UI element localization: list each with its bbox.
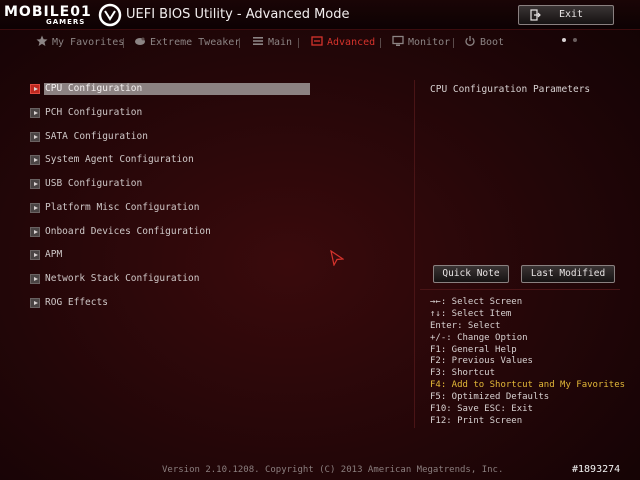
tab-monitor[interactable]: Monitor (392, 35, 450, 51)
menu-item-label: USB Configuration (45, 178, 143, 189)
menu-item-onboard-devices-configuration[interactable]: Onboard Devices Configuration (30, 225, 312, 239)
title-bar: MOBILE01 GAMERS UEFI BIOS Utility - Adva… (0, 0, 640, 30)
key-hint: F2: Previous Values (430, 356, 533, 367)
submenu-arrow-icon (30, 274, 40, 284)
key-hint-highlighted: F4: Add to Shortcut and My Favorites (430, 380, 626, 391)
advanced-icon (311, 36, 323, 46)
menu-item-label: Network Stack Configuration (45, 273, 200, 284)
tab-extreme-tweaker[interactable]: Extreme Tweaker (134, 35, 240, 51)
exit-icon (530, 9, 541, 21)
menu-item-sata-configuration[interactable]: SATA Configuration (30, 130, 312, 144)
menu-item-label: System Agent Configuration (45, 154, 194, 165)
menu-item-platform-misc-configuration[interactable]: Platform Misc Configuration (30, 201, 312, 215)
menu-item-label: APM (45, 249, 63, 260)
submenu-arrow-icon (30, 132, 40, 142)
quick-note-button[interactable]: Quick Note (433, 265, 509, 283)
tab-label: Advanced (327, 37, 376, 48)
tweaker-icon (135, 37, 145, 45)
tab-advanced[interactable]: Advanced (311, 35, 375, 51)
submenu-arrow-icon (30, 227, 40, 237)
menu-item-label: PCH Configuration (45, 107, 143, 118)
menu-item-label: Platform Misc Configuration (45, 202, 200, 213)
submenu-arrow-icon (30, 250, 40, 260)
submenu-arrow-icon (30, 155, 40, 165)
tab-label: Monitor (408, 37, 451, 48)
help-divider (420, 289, 620, 290)
submenu-arrow-icon (30, 84, 40, 94)
submenu-arrow-icon (30, 203, 40, 213)
tab-separator (453, 38, 454, 48)
menu-item-label: Onboard Devices Configuration (45, 226, 211, 237)
exit-label: Exit (559, 9, 584, 20)
page-indicator-dot[interactable] (562, 38, 566, 42)
menu-item-rog-effects[interactable]: ROG Effects (30, 296, 312, 310)
key-hint: ↑↓: Select Item (430, 308, 512, 319)
app-title: UEFI BIOS Utility - Advanced Mode (126, 7, 350, 22)
logo: MOBILE01 GAMERS (2, 2, 122, 28)
help-description: CPU Configuration Parameters (430, 84, 591, 95)
tab-separator (380, 38, 381, 48)
tab-main[interactable]: Main (252, 35, 292, 51)
key-hint: Enter: Select (430, 320, 501, 331)
submenu-arrow-icon (30, 179, 40, 189)
menu-item-label: CPU Configuration (44, 83, 310, 95)
key-hint: F10: Save ESC: Exit (430, 404, 533, 415)
tab-separator (123, 38, 124, 48)
tab-label: Extreme Tweaker (150, 37, 241, 48)
submenu-arrow-icon (30, 298, 40, 308)
last-modified-button[interactable]: Last Modified (521, 265, 615, 283)
menu-item-cpu-configuration[interactable]: CPU Configuration (30, 82, 312, 96)
panel-divider (414, 80, 415, 428)
menu-item-pch-configuration[interactable]: PCH Configuration (30, 106, 312, 120)
power-icon (465, 36, 475, 46)
key-hint: F3: Shortcut (430, 368, 496, 379)
rog-logo-icon (98, 3, 122, 27)
logo-subtext: GAMERS (46, 18, 86, 26)
list-icon (253, 37, 263, 45)
submenu-arrow-icon (30, 108, 40, 118)
menu-item-usb-configuration[interactable]: USB Configuration (30, 177, 312, 191)
tab-label: Boot (480, 37, 505, 48)
footer: Version 2.10.1208. Copyright (C) 2013 Am… (0, 462, 640, 480)
tab-separator (298, 38, 299, 48)
menu-item-label: ROG Effects (45, 297, 108, 308)
key-hint: →←: Select Screen (430, 297, 523, 307)
tab-bar: My Favorites Extreme Tweaker Main Advanc… (0, 30, 640, 54)
key-legend: →←: Select Screen ↑↓: Select Item Enter:… (430, 297, 625, 428)
key-hint: F1: General Help (430, 344, 517, 355)
key-hint: F5: Optimized Defaults (430, 392, 550, 403)
menu-item-system-agent-configuration[interactable]: System Agent Configuration (30, 153, 312, 167)
menu-item-apm[interactable]: APM (30, 248, 312, 262)
key-hint: F12: Print Screen (430, 415, 523, 426)
version-text: Version 2.10.1208. Copyright (C) 2013 Am… (162, 465, 504, 475)
tab-separator (239, 38, 240, 48)
tab-my-favorites[interactable]: My Favorites (36, 35, 124, 51)
key-hint: +/-: Change Option (430, 332, 528, 343)
watermark-text: #1893274 (572, 464, 621, 475)
tab-boot[interactable]: Boot (464, 35, 504, 51)
exit-button[interactable]: Exit (518, 5, 614, 25)
star-icon (36, 35, 48, 46)
menu-item-network-stack-configuration[interactable]: Network Stack Configuration (30, 272, 312, 286)
mouse-cursor-icon (330, 250, 344, 266)
tab-label: My Favorites (52, 37, 125, 48)
menu-item-label: SATA Configuration (45, 131, 148, 142)
tab-label: Main (268, 37, 293, 48)
monitor-icon (392, 35, 404, 46)
page-indicator-dot[interactable] (573, 38, 577, 42)
